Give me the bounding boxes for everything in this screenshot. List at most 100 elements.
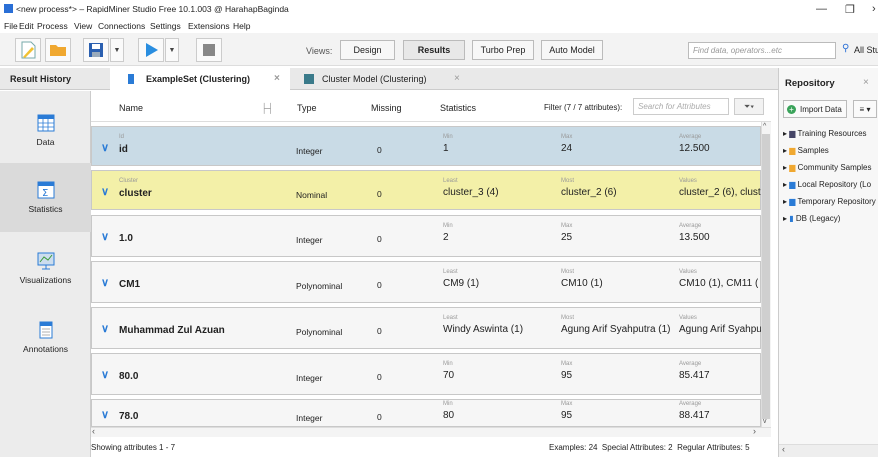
menu-icon: ≡ ▾ [859, 104, 871, 114]
filter-dropdown-button[interactable]: ⏷▾ [734, 98, 764, 115]
menu-extensions[interactable]: Extensions [188, 21, 230, 31]
attribute-row[interactable]: ∨ Cluster cluster Nominal 0 Least cluster_3 (4… [91, 170, 761, 210]
tab-label: Cluster Model (Clustering) [322, 74, 427, 84]
save-dropdown-icon[interactable]: ▼ [110, 38, 124, 62]
search-icon[interactable]: ⚲ [842, 43, 849, 54]
scroll-down-icon[interactable]: v [763, 418, 767, 425]
svg-text:Σ: Σ [42, 188, 48, 199]
window-title: <new process*> – RapidMiner Studio Free … [16, 4, 289, 14]
view-auto-model-button[interactable]: Auto Model [541, 40, 603, 60]
repo-item-temporary-repository[interactable]: ▸ ▆ Temporary Repository [783, 197, 876, 206]
horizontal-scrollbar[interactable]: ‹ › [91, 426, 771, 437]
all-studio-dropdown[interactable]: All Studio [854, 45, 878, 55]
repo-item-db-legacy[interactable]: ▸ ▮ DB (Legacy) [783, 214, 840, 223]
column-header-type[interactable]: Type [297, 103, 317, 113]
expand-chevron-icon[interactable]: ∨ [101, 185, 109, 198]
global-search-input[interactable]: Find data, operators...etc [688, 42, 836, 59]
attribute-row[interactable]: ∨ CM1 Polynominal 0 Least CM9 (1) Most CM10 (1)… [91, 261, 761, 303]
scroll-up-icon[interactable]: ^ [763, 123, 766, 130]
statistic-label: Most [561, 315, 575, 321]
attribute-name: Muhammad Zul Azuan [119, 325, 225, 336]
run-dropdown-icon[interactable]: ▼ [165, 38, 179, 62]
attribute-name: id [119, 144, 128, 155]
sidebar-item-data[interactable]: Data [0, 96, 91, 165]
close-icon[interactable]: › [872, 3, 876, 15]
attribute-filter-input[interactable]: Search for Attributes [633, 98, 729, 115]
column-header-statistics[interactable]: Statistics [440, 103, 476, 113]
column-header-missing[interactable]: Missing [371, 103, 402, 113]
run-button[interactable] [138, 38, 164, 62]
column-header-name[interactable]: Name [119, 103, 143, 113]
new-file-icon [21, 41, 36, 59]
menu-connections[interactable]: Connections [98, 21, 145, 31]
scroll-right-icon[interactable]: › [753, 426, 756, 436]
scroll-left-icon[interactable]: ‹ [92, 426, 95, 436]
maximize-icon[interactable]: ❐ [845, 3, 855, 16]
repo-item-community-samples[interactable]: ▸ ▆ Community Samples [783, 163, 871, 172]
expand-chevron-icon[interactable]: ∨ [101, 322, 109, 335]
expand-chevron-icon[interactable]: ∨ [101, 230, 109, 243]
view-turbo-prep-button[interactable]: Turbo Prep [472, 40, 534, 60]
sidebar-label: Visualizations [19, 275, 72, 285]
sidebar-item-visualizations[interactable]: Visualizations [0, 234, 91, 303]
attribute-row[interactable]: ∨ 1.0 Integer 0 Min 2 Max 25 Average 13.500 [91, 215, 761, 257]
scroll-left-icon[interactable]: ‹ [782, 444, 785, 454]
statistic-label: Average [679, 134, 702, 140]
sidebar-item-annotations[interactable]: Annotations [0, 303, 91, 372]
expand-chevron-icon[interactable]: ∨ [101, 276, 109, 289]
expand-chevron-icon[interactable]: ∨ [101, 141, 109, 154]
statistic-label: Max [561, 401, 573, 407]
attribute-row[interactable]: ∨ 78.0 Integer 0 Min 80 Max 95 Average 88.417 [91, 399, 761, 427]
cluster-model-icon [304, 74, 314, 84]
attribute-missing: 0 [377, 234, 382, 244]
tab-cluster-model[interactable]: Cluster Model (Clustering) × [292, 68, 472, 90]
tab-result-history[interactable]: Result History [0, 68, 110, 90]
open-process-button[interactable] [45, 38, 71, 62]
vertical-scrollbar-thumb[interactable] [762, 134, 770, 419]
menu-edit[interactable]: Edit [19, 21, 34, 31]
attribute-missing: 0 [377, 412, 382, 422]
menu-process[interactable]: Process [37, 21, 68, 31]
folder-icon: ▆ [789, 129, 796, 138]
view-results-button[interactable]: Results [403, 40, 465, 60]
attribute-name: CM1 [119, 279, 141, 290]
statistic-value: Windy Aswinta (1) [443, 324, 524, 335]
repository-menu-button[interactable]: ≡ ▾ [853, 100, 877, 118]
statistic-label: Max [561, 361, 573, 367]
menu-view[interactable]: View [74, 21, 92, 31]
repo-item-samples[interactable]: ▸ ▆ Samples [783, 146, 829, 155]
stop-button[interactable] [196, 38, 222, 62]
close-icon[interactable]: × [274, 73, 280, 84]
repo-item-local-repository[interactable]: ▸ ▆ Local Repository (Lo [783, 180, 871, 189]
statistic-value: cluster_2 (6) [561, 187, 617, 198]
tab-exampleset-clustering[interactable]: ExampleSet (Clustering) × [110, 68, 290, 90]
new-process-button[interactable] [15, 38, 41, 62]
view-sidebar: Data Σ Statistics Visualizations Annotat… [0, 91, 91, 457]
view-design-button[interactable]: Design [340, 40, 395, 60]
statistic-value: 80 [443, 410, 455, 421]
statistic-value: 2 [443, 232, 449, 243]
statistic-value: 25 [561, 232, 573, 243]
menu-settings[interactable]: Settings [150, 21, 181, 31]
expand-chevron-icon[interactable]: ∨ [101, 408, 109, 421]
menu-help[interactable]: Help [233, 21, 250, 31]
statistic-label: Min [443, 401, 453, 407]
repository-horizontal-scrollbar[interactable]: ‹ [779, 444, 878, 457]
statistic-value: CM10 (1), CM11 ( [679, 278, 759, 289]
expand-chevron-icon[interactable]: ∨ [101, 368, 109, 381]
close-icon[interactable]: × [454, 73, 460, 84]
save-button[interactable] [83, 38, 109, 62]
import-data-button[interactable]: + Import Data [783, 100, 847, 118]
minimize-icon[interactable]: — [816, 3, 827, 15]
statistic-value: 85.417 [679, 370, 710, 381]
folder-icon [50, 45, 66, 56]
close-icon[interactable]: × [863, 77, 869, 88]
attribute-row[interactable]: ∨ Id id Integer 0 Min 1 Max 24 Average 12.500 [91, 126, 761, 166]
sidebar-label: Data [36, 137, 55, 147]
sidebar-item-statistics[interactable]: Σ Statistics [0, 163, 91, 232]
menu-file[interactable]: File [4, 21, 18, 31]
repo-item-training-resources[interactable]: ▸ ▆ Training Resources [783, 129, 867, 138]
attribute-row[interactable]: ∨ 80.0 Integer 0 Min 70 Max 95 Average 85.417 [91, 353, 761, 395]
attribute-row[interactable]: ∨ Muhammad Zul Azuan Polynominal 0 Least Wind… [91, 307, 761, 349]
column-resize-icon[interactable]: ├┤ [261, 103, 274, 113]
